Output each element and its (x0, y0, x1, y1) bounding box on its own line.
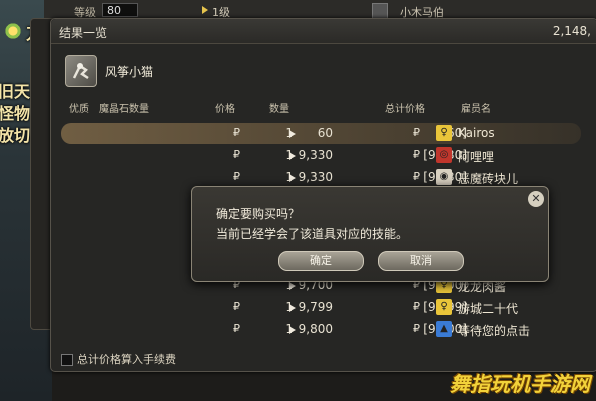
window-title: 结果一览 (59, 26, 108, 40)
window-header[interactable]: 结果一览 2,148, (51, 19, 596, 44)
play-triangle-icon (202, 6, 208, 14)
confirm-button[interactable]: 确定 (278, 251, 364, 271)
quantity-arrow-icon (289, 174, 296, 182)
retainer-class-icon: ♀ (436, 125, 452, 141)
table-row[interactable]: 60 ₽1 [60] ₽ ♀ Kairos (61, 123, 581, 144)
currency-icon: ₽ (413, 148, 420, 161)
col-quantity: 数量 (269, 104, 289, 115)
currency-icon: ₽ (413, 322, 420, 335)
retainer-class-icon: ♀ (436, 299, 452, 315)
row-price: 9,330 (298, 170, 333, 184)
currency-icon: ₽ (413, 300, 420, 313)
dialog-message: 当前已经学会了该道具对应的技能。 (216, 227, 409, 241)
col-quality: 优质 (69, 104, 89, 115)
item-name: 风筝小猫 (105, 65, 154, 79)
currency-icon: ₽ (233, 322, 240, 335)
level-input[interactable]: 80 (102, 3, 138, 17)
currency-icon: ₽ (233, 170, 240, 183)
row-retainer-name: 等待您的点击 (458, 324, 531, 338)
row-retainer-name: 恶魔砖块儿 (458, 172, 519, 186)
row-retainer-name: 游城二十代 (458, 302, 519, 316)
side-text-3: 怪物 (0, 104, 31, 123)
table-row[interactable]: 9,330₽1[9,330]₽◎阿哩哩 (61, 145, 581, 166)
quantity-arrow-icon (289, 130, 296, 138)
currency-icon: ₽ (233, 126, 240, 139)
item-icon (65, 55, 97, 87)
quantity-arrow-icon (289, 152, 296, 160)
col-retainer: 雇员名 (461, 104, 491, 115)
currency-icon: ₽ (233, 300, 240, 313)
cancel-button[interactable]: 取消 (378, 251, 464, 271)
fee-label: 总计价格算入手续费 (77, 353, 176, 366)
row-retainer-name: Kairos (458, 126, 495, 140)
currency-icon: ₽ (233, 148, 240, 161)
quantity-arrow-icon (289, 326, 296, 334)
retainer-class-icon: ◎ (436, 147, 452, 163)
confirm-dialog: 确定要购买吗？ 当前已经学会了该道具对应的技能。 确定 取消 ✕ (191, 186, 549, 282)
currency-icon: ₽ (413, 126, 420, 139)
col-total: 总计价格 (385, 104, 425, 115)
close-icon[interactable]: ✕ (528, 191, 544, 207)
row-retainer-name: 阿哩哩 (458, 150, 495, 164)
retainer-class-icon: ◉ (436, 169, 452, 185)
table-row[interactable]: 9,799₽1[9,799]₽♀游城二十代 (61, 297, 581, 318)
table-row[interactable]: 9,800₽1[9,800]₽▲等待您的点击 (61, 319, 581, 340)
gil-amount: 2,148, (552, 24, 591, 38)
retainer-class-icon: ▲ (436, 321, 452, 337)
row-price: 60 (317, 126, 333, 140)
row-price: 9,800 (298, 322, 333, 336)
col-price: 价格 (215, 104, 235, 115)
currency-icon: ₽ (413, 170, 420, 183)
table-row[interactable]: 9,330₽1[9,330]₽◉恶魔砖块儿 (61, 167, 581, 188)
watermark-logo: 舞指玩机手游网 (450, 372, 590, 396)
col-materia: 魔晶石数量 (99, 104, 149, 115)
quantity-arrow-icon (289, 282, 296, 290)
fee-checkbox[interactable] (61, 354, 73, 366)
flower-icon (4, 22, 22, 40)
row-price: 9,330 (298, 148, 333, 162)
quantity-arrow-icon (289, 304, 296, 312)
checkbox[interactable] (372, 3, 388, 19)
dialog-question: 确定要购买吗？ (216, 207, 301, 221)
row-price: 9,799 (298, 300, 333, 314)
